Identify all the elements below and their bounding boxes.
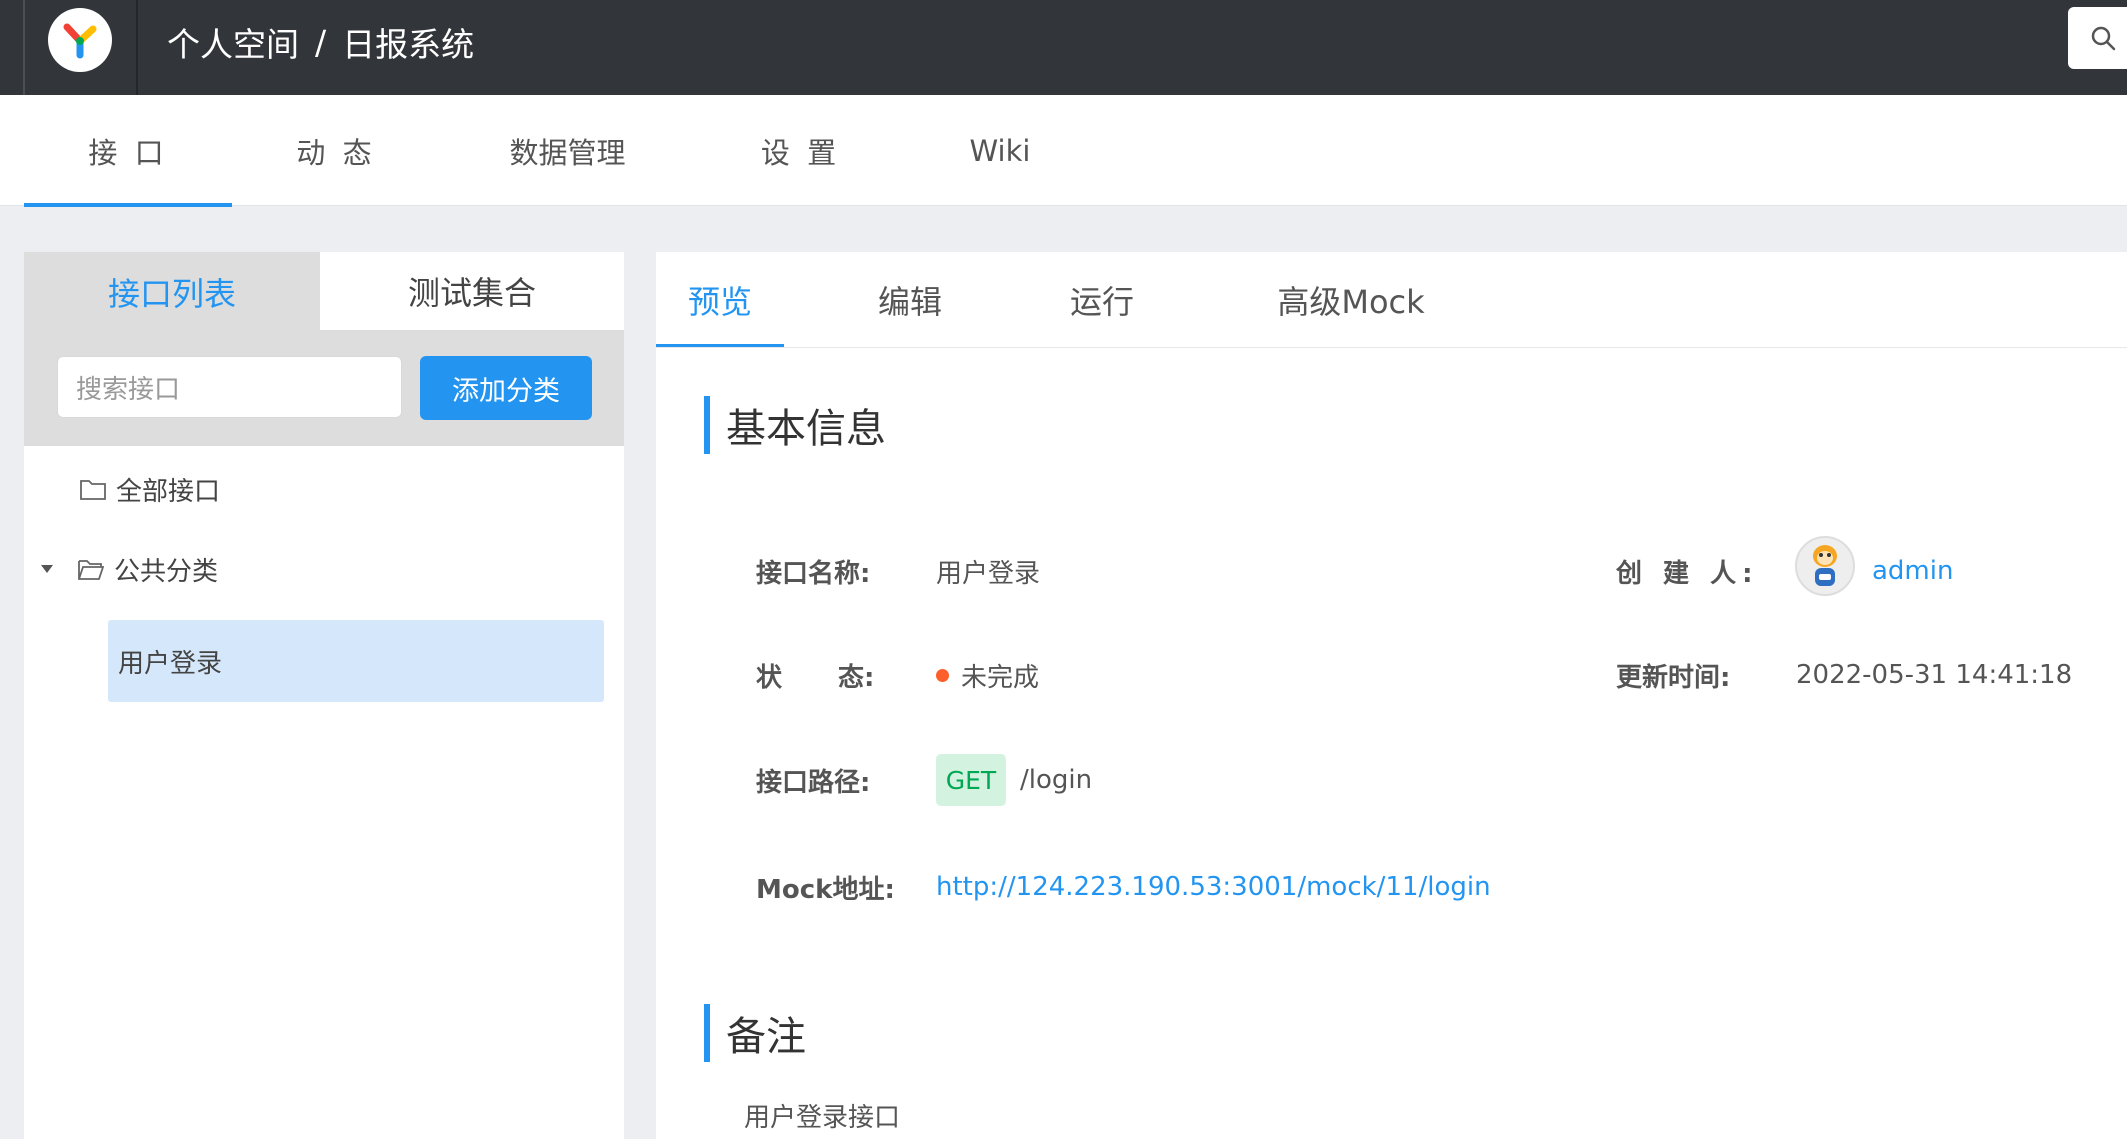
tab-run[interactable]: 运行 [1038,252,1166,348]
tab-interface-list[interactable]: 接口列表 [24,252,320,332]
tab-activity[interactable]: 动 态 [262,95,410,206]
tree-item-label: 全部接口 [116,476,221,507]
search-interface-input[interactable]: 搜索接口 [57,356,402,418]
breadcrumb-item-project[interactable]: 日报系统 [342,18,474,66]
sidebar-tabs: 接口列表 测试集合 [24,252,624,332]
user-avatar-icon [1813,545,1837,586]
status-label-part: 态: [838,662,875,693]
tree-item-category[interactable]: 公共分类 [40,544,218,594]
tabs-divider [656,347,2127,348]
breadcrumb: 个人空间 / 日报系统 [167,18,474,66]
status-text: 未完成 [961,662,1040,693]
divider [23,0,25,95]
tab-interface[interactable]: 接 口 [24,95,232,207]
interface-detail: 预览 编辑 运行 高级Mock 基本信息 接口名称: 用户登录 创 建 人: a… [656,252,2127,1139]
tab-edit[interactable]: 编辑 [846,252,974,348]
tab-wiki[interactable]: Wiki [938,95,1062,206]
updated-value: 2022-05-31 14:41:18 [1796,660,2073,690]
status-value: 未完成 [936,650,1039,700]
creator-label: 创 建 人: [1616,558,1759,589]
interface-sidebar: 接口列表 测试集合 搜索接口 添加分类 全部接口 公共分类 用户登录 [24,252,624,1139]
project-nav: 接 口 动 态 数据管理 设 置 Wiki [0,95,2127,207]
breadcrumb-item-space[interactable]: 个人空间 [167,18,299,66]
mock-url-link[interactable]: http://124.223.190.53:3001/mock/11/login [936,862,1491,912]
section-remark: 备注 [704,1004,806,1062]
section-basic-info: 基本信息 [704,396,886,454]
path-value: /login [1020,765,1093,795]
divider [136,0,138,95]
status-dot-icon [936,668,949,682]
tree-item-label: 公共分类 [114,556,219,587]
tab-data-management[interactable]: 数据管理 [480,95,655,206]
updated-label: 更新时间: [1616,662,1731,693]
creator-link[interactable]: admin [1872,546,1953,596]
tab-preview[interactable]: 预览 [656,252,784,348]
tree-item-all[interactable]: 全部接口 [80,464,220,514]
tab-advanced-mock[interactable]: 高级Mock [1256,252,1446,348]
tab-settings[interactable]: 设 置 [723,95,878,206]
status-label-part: 状 [756,662,783,693]
method-badge: GET [936,754,1006,806]
status-label: 状 态: [756,650,874,700]
name-label: 接口名称: [756,558,871,589]
search-icon [2091,26,2116,51]
tree-item-user-login[interactable]: 用户登录 [108,620,604,702]
breadcrumb-separator: / [315,22,327,62]
mock-label: Mock地址: [756,874,895,905]
folder-icon [80,478,106,500]
tab-test-collection[interactable]: 测试集合 [320,252,624,330]
folder-open-icon [78,558,104,580]
avatar[interactable] [1795,536,1855,596]
remark-text: 用户登录接口 [744,1102,901,1133]
path-label: 接口路径: [756,767,871,798]
name-value: 用户登录 [936,558,1041,589]
caret-down-icon[interactable] [40,564,54,574]
add-category-button[interactable]: 添加分类 [420,356,592,420]
yapi-logo-icon[interactable] [48,8,112,72]
search-button[interactable] [2068,7,2127,69]
top-header: 个人空间 / 日报系统 [0,0,2127,95]
